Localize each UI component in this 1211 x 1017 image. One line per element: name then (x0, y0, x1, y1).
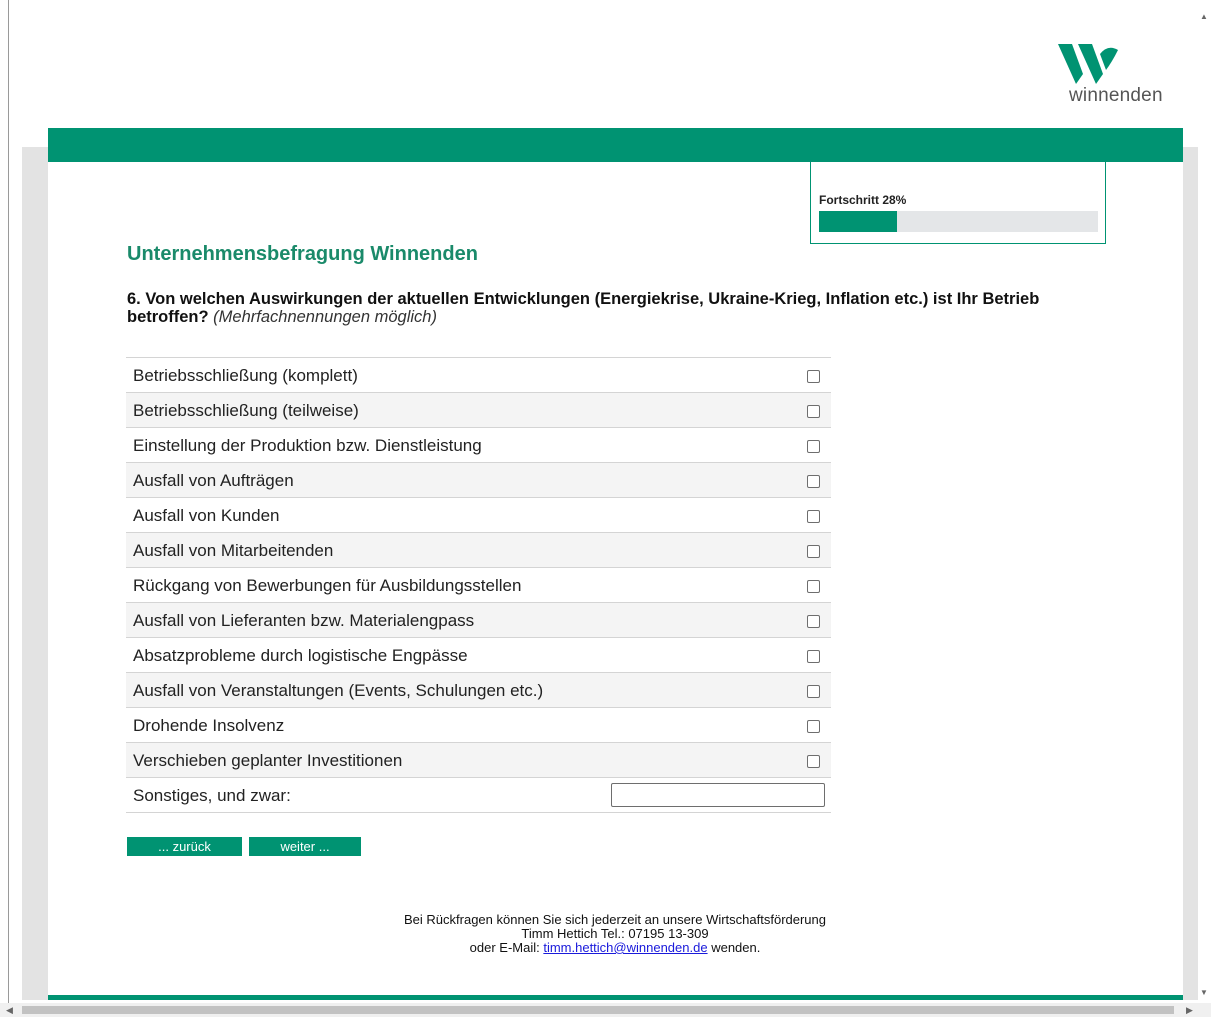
horizontal-scrollbar[interactable]: ◀ ▶ (0, 1003, 1211, 1017)
footer-email-suffix: wenden. (711, 940, 761, 955)
option-label: Ausfall von Aufträgen (133, 471, 294, 490)
option-row[interactable]: Ausfall von Aufträgen (126, 463, 831, 498)
option-row[interactable]: Einstellung der Produktion bzw. Dienstle… (126, 428, 831, 463)
option-label: Drohende Insolvenz (133, 716, 285, 735)
scroll-left-arrow-icon[interactable]: ◀ (6, 1003, 13, 1017)
option-checkbox[interactable] (807, 650, 820, 663)
progress-box: Fortschritt 28% (810, 162, 1106, 244)
scroll-down-arrow-icon[interactable]: ▼ (1200, 988, 1208, 997)
scroll-up-arrow-icon[interactable]: ▲ (1200, 12, 1208, 21)
option-row[interactable]: Ausfall von Veranstaltungen (Events, Sch… (126, 673, 831, 708)
other-label: Sonstiges, und zwar: (133, 786, 291, 805)
option-label: Absatzprobleme durch logistische Engpäss… (133, 646, 468, 665)
option-row[interactable]: Ausfall von Kunden (126, 498, 831, 533)
option-row[interactable]: Ausfall von Mitarbeitenden (126, 533, 831, 568)
option-checkbox[interactable] (807, 440, 820, 453)
winnenden-logo: winnenden (1056, 40, 1186, 110)
option-label: Verschieben geplanter Investitionen (133, 751, 403, 770)
option-row[interactable]: Absatzprobleme durch logistische Engpäss… (126, 638, 831, 673)
option-checkbox[interactable] (807, 580, 820, 593)
email-link[interactable]: timm.hettich@winnenden.de (543, 940, 707, 955)
footer-email-prefix: oder E-Mail: (469, 940, 540, 955)
footer-line-3: oder E-Mail: timm.hettich@winnenden.de w… (340, 941, 890, 955)
option-checkbox[interactable] (807, 405, 820, 418)
option-checkbox[interactable] (807, 475, 820, 488)
progress-fill (819, 211, 898, 232)
question-hint: (Mehrfachnennungen möglich) (213, 308, 437, 326)
footer-line-2: Timm Hettich Tel.: 07195 13-309 (521, 926, 709, 941)
footer-green-bar (48, 995, 1183, 1000)
option-checkbox[interactable] (807, 370, 820, 383)
option-label: Einstellung der Produktion bzw. Dienstle… (133, 436, 482, 455)
option-row[interactable]: Rückgang von Bewerbungen für Ausbildungs… (126, 568, 831, 603)
back-button[interactable]: ... zurück (127, 837, 242, 856)
header-green-bar (48, 128, 1183, 162)
horizontal-scroll-thumb[interactable] (22, 1006, 1174, 1014)
option-row[interactable]: Betriebsschließung (teilweise) (126, 393, 831, 428)
option-label: Ausfall von Mitarbeitenden (133, 541, 334, 560)
other-text-input[interactable] (611, 783, 825, 807)
logo-text: winnenden (1069, 85, 1163, 106)
option-label: Ausfall von Kunden (133, 506, 280, 525)
progress-track (819, 211, 1098, 232)
footer-contact: Bei Rückfragen können Sie sich jederzeit… (340, 913, 890, 955)
option-checkbox[interactable] (807, 510, 820, 523)
other-row: Sonstiges, und zwar: (126, 778, 831, 813)
options-list: Betriebsschließung (komplett) Betriebssc… (126, 357, 831, 813)
option-checkbox[interactable] (807, 685, 820, 698)
option-row[interactable]: Betriebsschließung (komplett) (126, 358, 831, 393)
option-label: Betriebsschließung (teilweise) (133, 401, 359, 420)
option-label: Rückgang von Bewerbungen für Ausbildungs… (133, 576, 522, 595)
option-checkbox[interactable] (807, 545, 820, 558)
next-button[interactable]: weiter ... (249, 837, 361, 856)
option-checkbox[interactable] (807, 755, 820, 768)
question-text: 6. Von welchen Auswirkungen der aktuelle… (127, 290, 1107, 326)
option-row[interactable]: Ausfall von Lieferanten bzw. Materialeng… (126, 603, 831, 638)
option-label: Ausfall von Lieferanten bzw. Materialeng… (133, 611, 475, 630)
option-checkbox[interactable] (807, 615, 820, 628)
footer-line-1: Bei Rückfragen können Sie sich jederzeit… (404, 912, 826, 927)
option-label: Ausfall von Veranstaltungen (Events, Sch… (133, 681, 544, 700)
survey-title: Unternehmensbefragung Winnenden (127, 243, 478, 265)
logo-w-icon (1058, 44, 1118, 84)
option-checkbox[interactable] (807, 720, 820, 733)
scroll-right-arrow-icon[interactable]: ▶ (1186, 1003, 1193, 1017)
left-border-rule (8, 0, 9, 1003)
option-label: Betriebsschließung (komplett) (133, 366, 358, 385)
option-row[interactable]: Verschieben geplanter Investitionen (126, 743, 831, 778)
progress-label: Fortschritt 28% (819, 193, 907, 207)
option-row[interactable]: Drohende Insolvenz (126, 708, 831, 743)
